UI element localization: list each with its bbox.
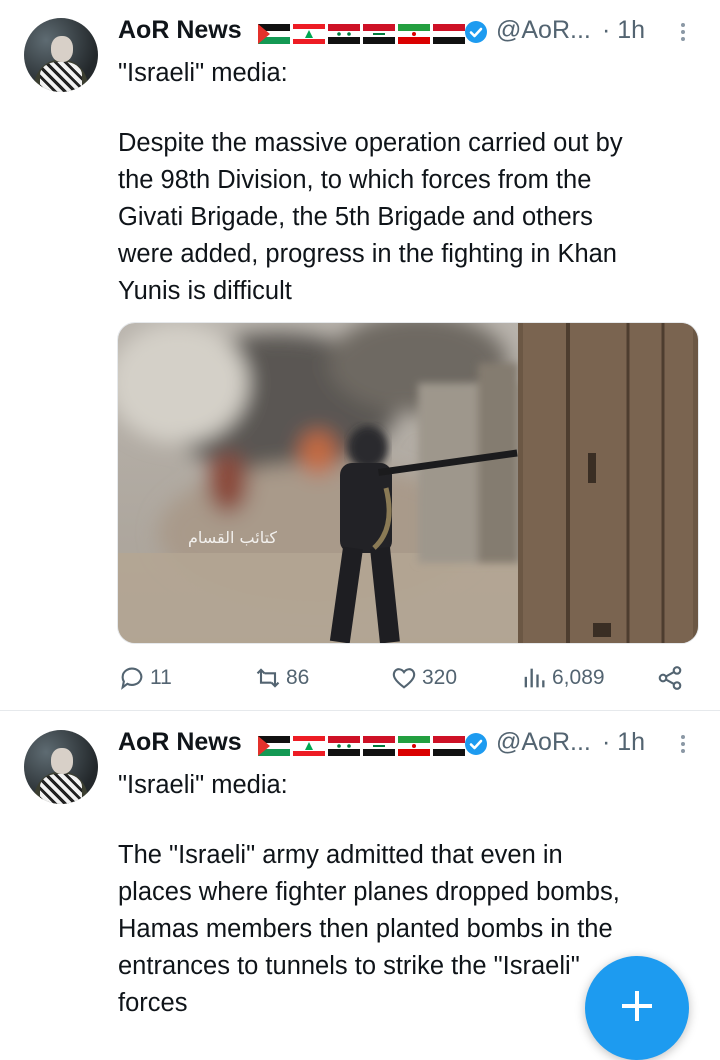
tweet-media-image[interactable]: كتائب القسام — [117, 322, 699, 644]
verified-badge-icon — [465, 21, 487, 43]
tweet-card[interactable]: AoR News — [0, 0, 720, 711]
timestamp[interactable]: · 1h — [602, 728, 645, 757]
retweet-button[interactable]: 86 — [254, 660, 309, 696]
bar-chart-icon — [524, 668, 545, 688]
author-handle[interactable]: @AoR... — [496, 16, 591, 45]
iran-flag-icon — [398, 736, 430, 756]
compose-button[interactable] — [585, 956, 689, 1060]
tweet-actions: 11 86 320 6,089 — [118, 660, 698, 696]
avatar-face — [51, 748, 73, 774]
avatar[interactable] — [24, 18, 98, 92]
share-icon — [658, 666, 682, 690]
tweet-text-intro: "Israeli" media: — [118, 771, 288, 799]
yemen-flag-icon — [433, 736, 465, 756]
tweet-header: AoR News @AoR... · 1h — [118, 728, 698, 764]
heart-icon — [392, 668, 416, 689]
iraq-flag-icon — [363, 24, 395, 44]
share-button[interactable] — [656, 660, 688, 696]
tweet-text-intro: "Israeli" media: — [118, 59, 288, 87]
avatar[interactable] — [24, 730, 98, 804]
fighter-photo: كتائب القسام — [118, 323, 698, 643]
tweet-header: AoR News @AoR... · 1h — [118, 16, 698, 52]
reply-icon — [121, 667, 143, 690]
flag-emojis — [258, 24, 465, 44]
author-handle[interactable]: @AoR... — [496, 728, 591, 757]
view-count: 6,089 — [552, 666, 605, 689]
tweet-text-body: Despite the massive operation carried ou… — [118, 129, 623, 305]
lebanon-flag-icon — [293, 24, 325, 44]
flag-emojis — [258, 736, 465, 756]
timestamp[interactable]: · 1h — [602, 16, 645, 45]
syria-flag-icon — [328, 24, 360, 44]
more-options-icon[interactable] — [676, 20, 690, 46]
syria-flag-icon — [328, 736, 360, 756]
iran-flag-icon — [398, 24, 430, 44]
reply-count: 11 — [150, 666, 172, 689]
retweet-count: 86 — [286, 666, 310, 689]
iraq-flag-icon — [363, 736, 395, 756]
author-name[interactable]: AoR News — [118, 728, 242, 757]
avatar-scarf — [40, 774, 82, 804]
author-name[interactable]: AoR News — [118, 16, 242, 45]
like-button[interactable]: 320 — [390, 660, 457, 696]
verified-badge-icon — [465, 733, 487, 755]
palestine-flag-icon — [258, 736, 290, 756]
views-button[interactable]: 6,089 — [520, 660, 605, 696]
lebanon-flag-icon — [293, 736, 325, 756]
like-count: 320 — [422, 666, 458, 689]
yemen-flag-icon — [433, 24, 465, 44]
media-watermark: كتائب القسام — [188, 528, 277, 547]
avatar-scarf — [40, 62, 82, 92]
reply-button[interactable]: 11 — [118, 660, 172, 696]
palestine-flag-icon — [258, 24, 290, 44]
retweet-icon — [256, 668, 280, 688]
avatar-face — [51, 36, 73, 62]
more-options-icon[interactable] — [676, 732, 690, 758]
